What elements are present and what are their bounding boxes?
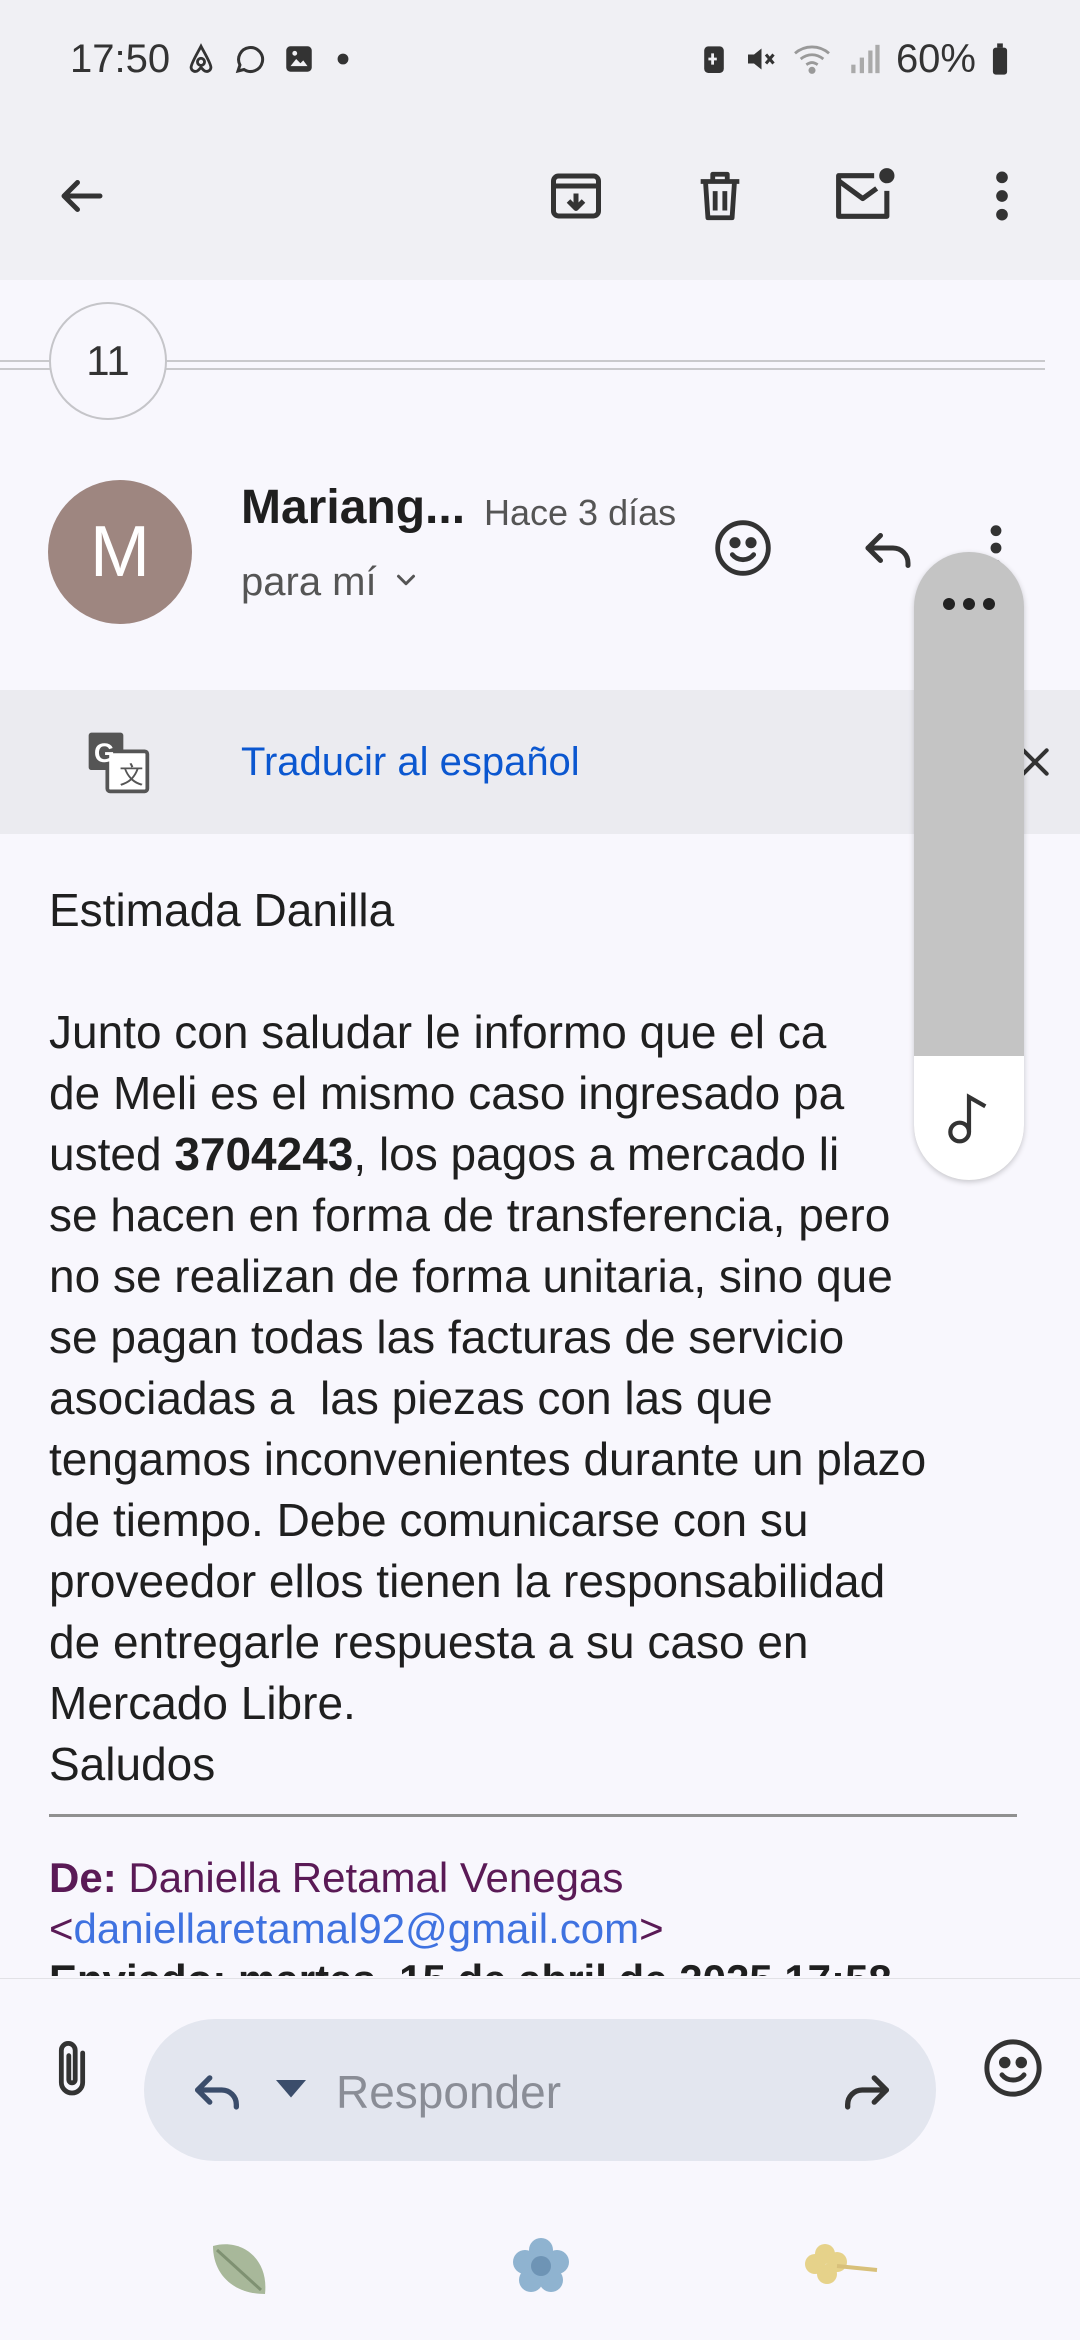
dot-icon [330,46,356,72]
translate-icon: G文 [86,730,150,794]
flower-home-icon[interactable] [496,2221,586,2311]
body-line: usted 3704243, los pagos a mercado li [49,1128,840,1180]
body-line: proveedor ellos tienen la responsabilida… [49,1555,886,1607]
trash-icon [691,166,749,231]
reply-icon [858,518,918,583]
archive-button[interactable] [526,148,626,248]
message-time: Hace 3 días [484,492,677,533]
flower-recents-icon[interactable] [796,2221,886,2311]
status-time: 17:50 [70,36,171,81]
app-bar [0,118,1080,280]
quoted-email-link[interactable]: daniellaretamal92@gmail.com [74,1905,640,1952]
status-left: 17:50 [70,37,356,82]
body-line: de entregarle respuesta a su caso en [49,1616,809,1668]
mark-unread-button[interactable] [814,148,914,248]
signoff: Saludos [49,1738,216,1790]
arrow-left-icon [55,169,109,228]
quoted-from-name: Daniella Retamal Venegas [128,1854,624,1901]
reply-bar: Responder [0,1978,1080,2340]
react-button[interactable] [695,502,791,598]
sender-name[interactable]: Mariang... [241,480,465,535]
translate-link[interactable]: Traducir al español [241,740,580,785]
more-horiz-icon[interactable] [914,584,1024,624]
chevron-down-icon [391,560,421,605]
quoted-email-line: <daniellaretamal92@gmail.com> [49,1905,664,1952]
status-bar: 17:50 60% [0,0,1080,118]
delete-button[interactable] [670,148,770,248]
reply-icon[interactable] [184,2057,250,2123]
svg-text:G: G [94,738,115,768]
more-options-button[interactable] [952,148,1052,248]
body-line: de tiempo. Debe comunicarse con su [49,1494,809,1546]
caret-down-icon[interactable] [258,2057,324,2123]
greeting: Estimada Danilla [49,884,395,936]
floating-edge-panel[interactable] [914,552,1024,1180]
archive-icon [546,166,606,231]
body-line: se hacen en forma de transferencia, pero [49,1189,891,1241]
airbnb-icon [184,42,218,76]
quoted-from-label: De: [49,1854,117,1901]
recipient-label: para mí [241,560,377,604]
body-line: se pagan todas las facturas de servicio [49,1311,845,1363]
body-line: Junto con saludar le informo que el ca [49,1006,827,1058]
body-line: de Meli es el mismo caso ingresado pa [49,1067,845,1119]
quoted-header: De: Daniella Retamal Venegas <daniellare… [49,1852,1039,1976]
emoji-icon [711,516,775,585]
attach-button[interactable] [30,2029,114,2113]
quote-divider [49,1814,1017,1817]
reply-placeholder: Responder [336,2066,562,2118]
body-line: tengamos inconvenientes durante un plazo [49,1433,927,1485]
mail-unread-icon [831,165,897,232]
emoji-button[interactable] [970,2027,1056,2113]
whatsapp-icon [232,41,268,77]
svg-text:文: 文 [119,762,143,789]
back-button[interactable] [32,148,132,248]
collapsed-messages-count[interactable]: 11 [49,302,167,420]
gallery-icon [282,42,316,76]
quoted-sent-line: Enviado: martes, 15 de abril de 2025 17:… [49,1954,1039,1976]
avatar[interactable]: M [48,480,192,624]
battery-percent: 60% [895,36,976,81]
wifi-icon [792,42,832,76]
battery-saver-icon [700,42,728,76]
body-line: Mercado Libre. [49,1677,356,1729]
message-body: Estimada Danilla Junto con saludar le in… [49,880,1039,1795]
system-navigation [0,2221,1080,2321]
status-right: 60% [700,37,1010,82]
signal-icon [846,42,882,76]
emoji-icon [980,2035,1046,2106]
forward-icon[interactable] [834,2057,900,2123]
more-vert-icon [992,168,1012,229]
music-note-icon[interactable] [914,1056,1024,1180]
mute-icon [742,41,778,77]
paperclip-icon [50,2037,94,2106]
quoted-from-line: De: Daniella Retamal Venegas [49,1852,1039,1903]
body-line: asociadas a las piezas con las que [49,1372,773,1424]
recipient-toggle[interactable]: para mí [241,560,421,605]
case-number: 3704243 [174,1128,354,1180]
reply-input[interactable]: Responder [144,2019,936,2161]
leaf-back-icon[interactable] [196,2221,286,2311]
battery-icon [990,42,1010,76]
body-line: no se realizan de forma unitaria, sino q… [49,1250,893,1302]
